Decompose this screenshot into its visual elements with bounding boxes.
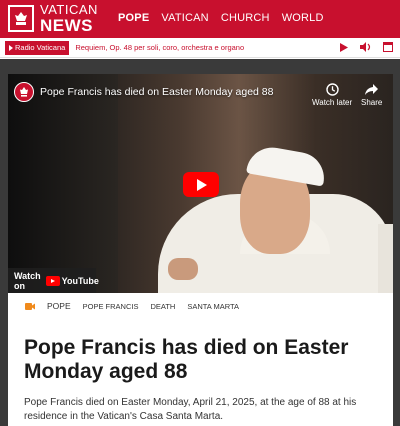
tag-death[interactable]: DEATH: [150, 302, 175, 311]
play-triangle-icon: [197, 178, 207, 191]
vatican-emblem-icon[interactable]: [8, 5, 34, 32]
radio-track-title: Requiem, Op. 48 per soli, coro, orchestr…: [75, 43, 245, 52]
volume-icon[interactable]: [360, 41, 372, 53]
window-icon[interactable]: [382, 41, 394, 53]
watch-on-label: Watch on: [14, 270, 41, 291]
nav-item-church[interactable]: CHURCH: [221, 12, 270, 24]
nav-item-world[interactable]: WORLD: [282, 12, 324, 24]
site-header: VATICAN NEWS POPE VATICAN CHURCH WORLD: [0, 0, 400, 38]
article-card: POPE POPE FRANCIS DEATH SANTA MARTA Pope…: [8, 293, 393, 426]
video-background-wall: [8, 74, 118, 293]
radio-player-bar: Radio Vaticana Requiem, Op. 48 per soli,…: [0, 38, 400, 58]
video-title[interactable]: Pope Francis has died on Easter Monday a…: [40, 86, 273, 98]
video-thumbnail-hand: [168, 258, 198, 280]
play-button[interactable]: [183, 172, 219, 197]
channel-avatar[interactable]: [14, 82, 34, 102]
site-logo[interactable]: VATICAN NEWS: [40, 3, 98, 34]
share-button[interactable]: Share: [361, 82, 382, 107]
watch-later-label: Watch later: [312, 98, 353, 107]
nav-item-pope[interactable]: POPE: [118, 12, 149, 24]
youtube-wordmark: YouTube: [61, 275, 99, 286]
article-tags: POPE POPE FRANCIS DEATH SANTA MARTA: [25, 301, 239, 311]
video-thumbnail-chair: [378, 224, 393, 293]
radio-station-button[interactable]: Radio Vaticana: [5, 40, 70, 55]
tag-santa-marta[interactable]: SANTA MARTA: [187, 302, 239, 311]
share-label: Share: [361, 98, 383, 107]
watch-on-youtube-button[interactable]: Watch on YouTube: [8, 268, 99, 293]
watch-later-button[interactable]: Watch later: [312, 82, 352, 107]
clock-icon: [325, 82, 339, 96]
share-arrow-icon: [365, 82, 379, 96]
tag-pope[interactable]: POPE: [47, 301, 71, 311]
article-headline: Pope Francis has died on Easter Monday a…: [24, 336, 349, 383]
video-header: Pope Francis has died on Easter Monday a…: [14, 82, 273, 102]
radio-station-label: Radio Vaticana: [15, 43, 66, 52]
youtube-play-icon: [45, 275, 60, 286]
play-icon[interactable]: [338, 41, 350, 53]
nav-item-vatican[interactable]: VATICAN: [161, 12, 208, 24]
logo-line-1: VATICAN: [40, 2, 98, 17]
article-summary: Pope Francis died on Easter Monday, Apri…: [24, 397, 357, 422]
tag-pope-francis[interactable]: POPE FRANCIS: [83, 302, 139, 311]
youtube-logo-icon: YouTube: [45, 275, 99, 286]
radio-arrow-icon: [9, 44, 13, 51]
logo-line-2: NEWS: [40, 16, 93, 35]
video-camera-icon: [25, 302, 35, 310]
main-nav: POPE VATICAN CHURCH WORLD: [118, 12, 324, 24]
radio-controls: [338, 41, 394, 53]
